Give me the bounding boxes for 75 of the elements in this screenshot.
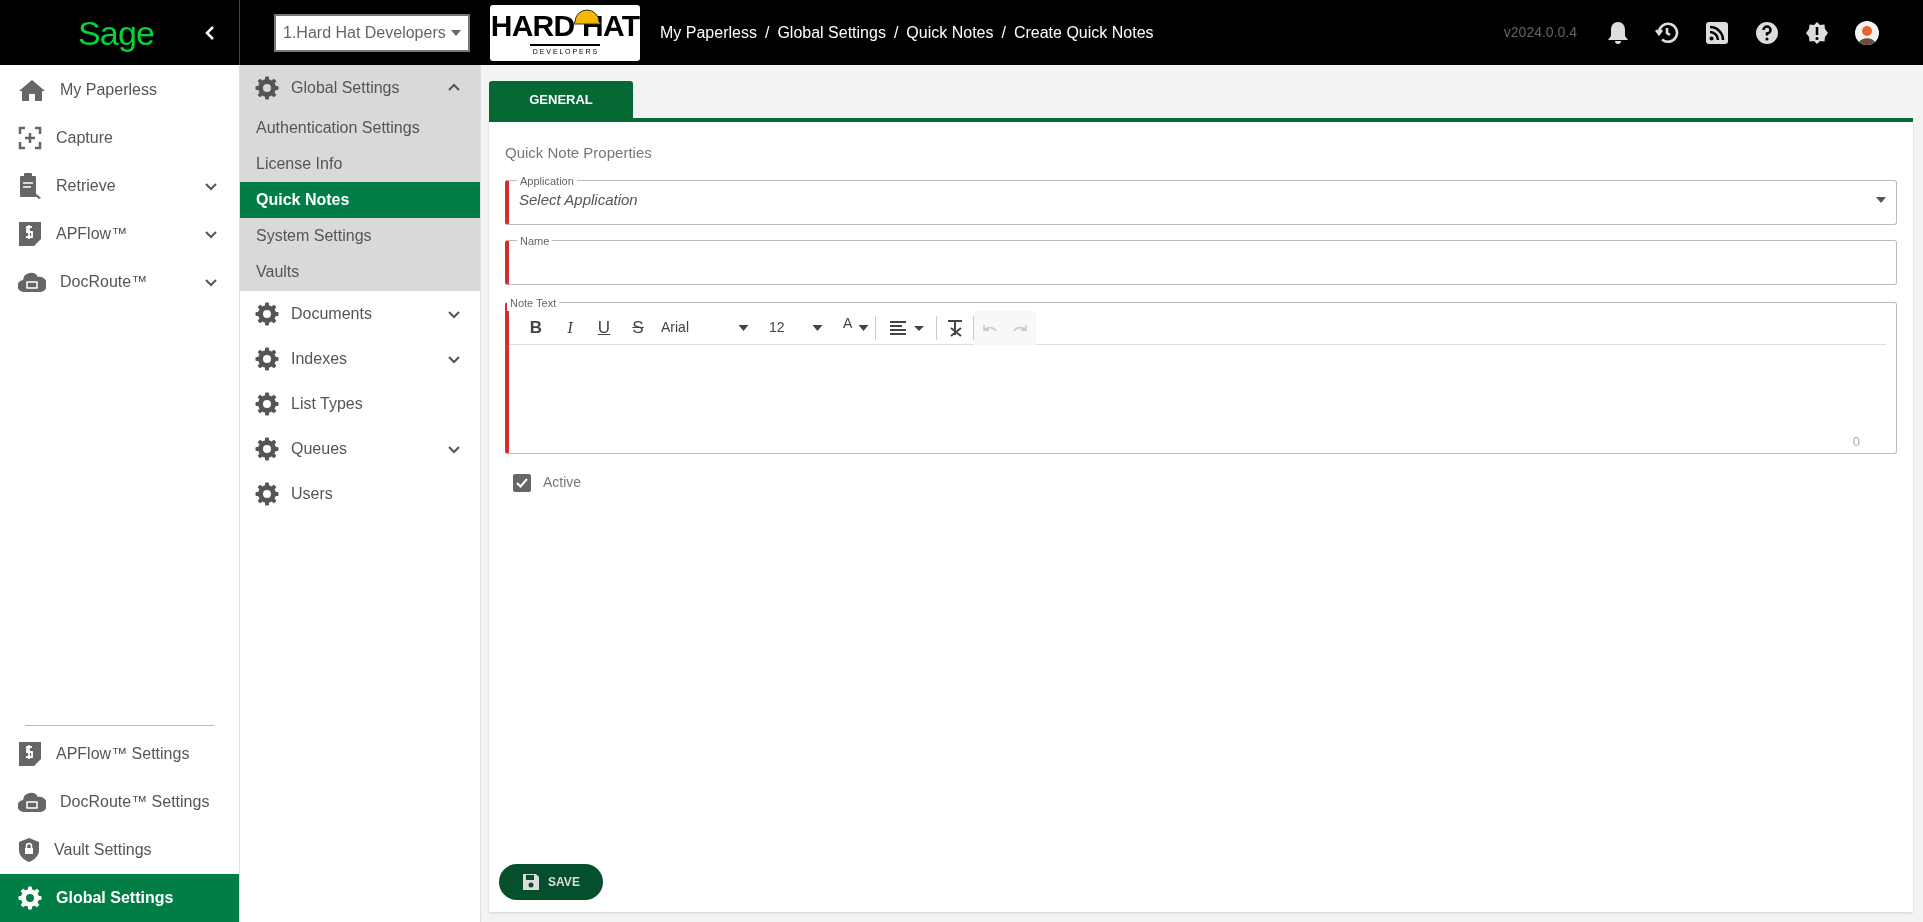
- gear-icon: [255, 481, 279, 506]
- nav-item[interactable]: APFlow™ Settings: [0, 730, 239, 778]
- menu-item[interactable]: License Info: [240, 146, 480, 182]
- nav-item[interactable]: DocRoute™ Settings: [0, 778, 239, 826]
- alert-icon[interactable]: [1805, 20, 1829, 45]
- tab[interactable]: GENERAL: [489, 81, 633, 118]
- menu-section[interactable]: List Types: [240, 381, 480, 426]
- bell-icon[interactable]: [1607, 20, 1629, 45]
- gear-icon: [255, 346, 279, 371]
- field-label: Application: [519, 173, 575, 189]
- caret-icon: [858, 324, 870, 331]
- bold-button[interactable]: B: [519, 314, 553, 341]
- placeholder-text: Select Application: [519, 190, 638, 210]
- history-icon[interactable]: [1655, 20, 1679, 45]
- breadcrumb-link[interactable]: My Paperless: [660, 20, 757, 45]
- strike-button[interactable]: S: [621, 314, 655, 341]
- caret-icon: [738, 324, 749, 331]
- version-text: v2024.0.0.4: [1503, 23, 1577, 42]
- gear-icon: [255, 436, 279, 461]
- avatar-icon[interactable]: [1855, 20, 1879, 45]
- rss-icon[interactable]: [1705, 20, 1729, 45]
- breadcrumb-link[interactable]: Create Quick Notes: [1013, 20, 1154, 45]
- menu-section[interactable]: Global Settings: [240, 65, 480, 110]
- caret-icon: [812, 324, 823, 331]
- gear-icon: [255, 301, 279, 326]
- section-title: Quick Note Properties: [505, 143, 653, 163]
- help-icon[interactable]: [1755, 20, 1779, 45]
- checkbox[interactable]: [513, 473, 531, 492]
- underline-button[interactable]: U: [587, 314, 621, 341]
- font-color-dropdown[interactable]: A: [843, 315, 877, 340]
- menu-item[interactable]: Quick Notes: [240, 182, 480, 218]
- cloud-icon: [18, 271, 46, 293]
- breadcrumb-separator: /: [1001, 22, 1006, 43]
- nav-item[interactable]: My Paperless: [0, 66, 239, 114]
- font-dropdown[interactable]: Arial: [661, 317, 753, 338]
- menu-section[interactable]: Indexes: [240, 336, 480, 381]
- breadcrumb-link[interactable]: Quick Notes: [906, 20, 994, 45]
- caret-icon: [1876, 197, 1886, 204]
- breadcrumb-separator: /: [893, 22, 899, 43]
- checkbox-label: Active: [543, 473, 582, 492]
- sage-logo: Sage: [78, 15, 154, 50]
- breadcrumb-separator: /: [764, 22, 770, 43]
- nav-item[interactable]: Capture: [0, 114, 239, 162]
- menu-section[interactable]: Users: [240, 471, 480, 516]
- gear-icon: [255, 391, 279, 416]
- collapse-icon[interactable]: [203, 24, 217, 41]
- company-select[interactable]: 1.Hard Hat Developers: [274, 13, 470, 52]
- gear-icon: [18, 886, 42, 910]
- nav-item[interactable]: Vault Settings: [0, 826, 239, 874]
- document-icon: [18, 221, 42, 247]
- menu-item[interactable]: System Settings: [240, 218, 480, 254]
- nav-item[interactable]: Retrieve: [0, 162, 239, 210]
- nav-item[interactable]: Global Settings: [0, 874, 239, 922]
- italic-button[interactable]: I: [553, 314, 587, 341]
- menu-section[interactable]: Documents: [240, 291, 480, 336]
- character-counter: 0: [1852, 432, 1860, 451]
- caret-icon: [451, 29, 461, 36]
- shield-lock-icon: [18, 837, 40, 863]
- gear-icon: [255, 75, 279, 100]
- nav-item[interactable]: APFlow™: [0, 210, 239, 258]
- nav-item[interactable]: DocRoute™: [0, 258, 239, 306]
- clipboard-icon: [18, 173, 42, 199]
- field-label: Name: [519, 233, 551, 249]
- clear-format-icon[interactable]: [946, 318, 965, 337]
- home-icon: [18, 78, 46, 102]
- menu-item[interactable]: Authentication Settings: [240, 110, 480, 146]
- size-dropdown[interactable]: 12: [769, 317, 823, 338]
- breadcrumb-link[interactable]: Global Settings: [777, 20, 886, 45]
- save-button[interactable]: SAVE: [499, 864, 603, 900]
- menu-item[interactable]: Vaults: [240, 254, 480, 290]
- document-icon: [18, 741, 42, 767]
- cloud-icon: [18, 791, 46, 813]
- menu-section[interactable]: Queues: [240, 426, 480, 471]
- capture-icon: [18, 126, 42, 150]
- field-label: Note Text: [509, 295, 558, 311]
